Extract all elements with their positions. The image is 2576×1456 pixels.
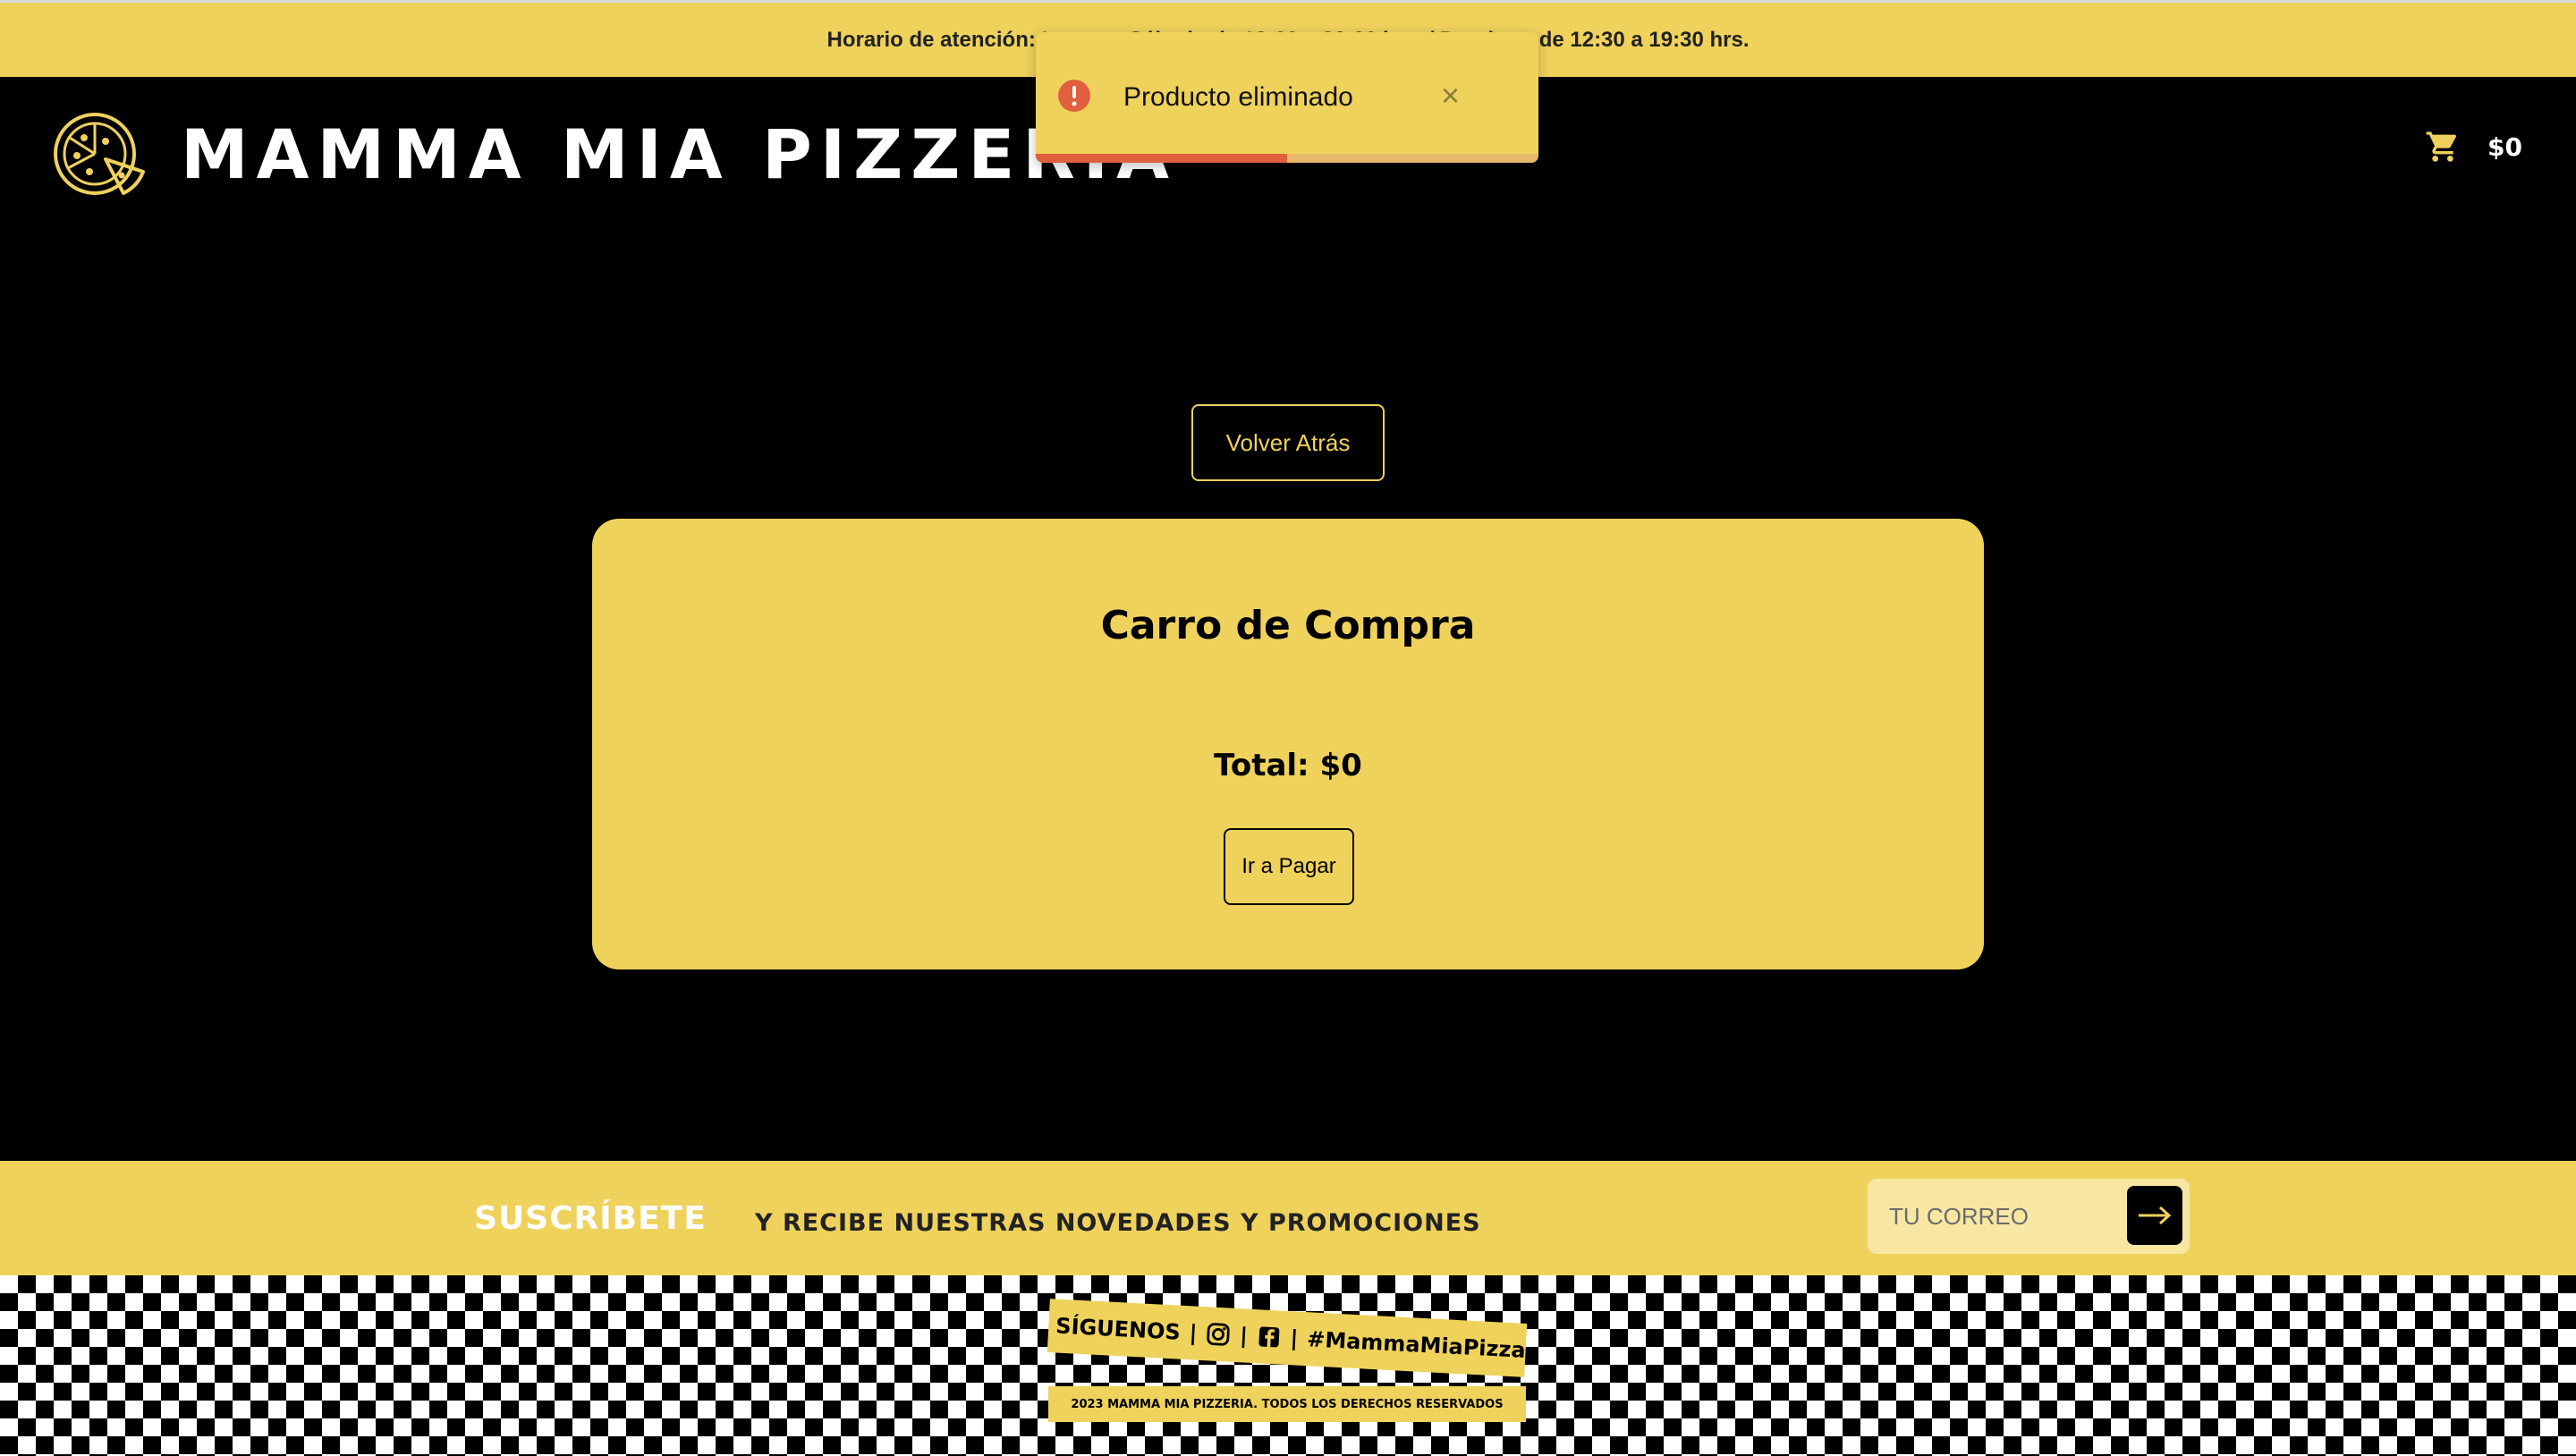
brand-title: MAMMA MIA PIZZERIA (181, 114, 1177, 194)
separator: | (1289, 1325, 1300, 1351)
cart-icon (2426, 131, 2457, 162)
copyright: 2023 MAMMA MIA PIZZERIA. TODOS LOS DEREC… (1048, 1386, 1526, 1422)
checkout-button[interactable]: Ir a Pagar (1224, 828, 1354, 905)
subscribe-text: Y RECIBE NUESTRAS NOVEDADES Y PROMOCIONE… (755, 1209, 1481, 1237)
toast-message: Producto eliminado (1123, 82, 1353, 112)
subscribe-submit-button[interactable] (2127, 1186, 2182, 1245)
separator: | (1239, 1323, 1249, 1349)
cart-total-label: Total: $0 (1214, 748, 1362, 783)
toast-progress-track (1036, 154, 1538, 163)
cart-title: Carro de Compra (1100, 603, 1476, 648)
error-icon (1058, 80, 1090, 112)
toast-close-button[interactable]: × (1441, 77, 1460, 114)
toast-notification: Producto eliminado × (1036, 32, 1538, 163)
toast-progress-bar (1036, 154, 1287, 163)
email-input[interactable] (1889, 1195, 2113, 1238)
cart-total: $0 (2487, 131, 2522, 162)
follow-label: SÍGUENOS (1055, 1313, 1182, 1345)
hashtag[interactable]: #MammaMiaPizza (1307, 1326, 1527, 1363)
subscribe-banner: SUSCRÍBETE Y RECIBE NUESTRAS NOVEDADES Y… (0, 1161, 2576, 1275)
subscribe-title: SUSCRÍBETE (474, 1200, 707, 1237)
separator: | (1188, 1320, 1199, 1346)
brand[interactable]: MAMMA MIA PIZZERIA (50, 109, 1177, 199)
checkered-footer (0, 1275, 2576, 1456)
cart-button[interactable]: $0 (2423, 129, 2522, 165)
cart-card: Carro de Compra Total: $0 Ir a Pagar (592, 519, 1984, 969)
instagram-icon[interactable] (1206, 1320, 1232, 1348)
back-button[interactable]: Volver Atrás (1191, 404, 1385, 481)
pizza-icon (54, 113, 145, 195)
newsletter-form (1868, 1179, 2190, 1254)
arrow-right-icon (2139, 1206, 2172, 1225)
facebook-icon[interactable] (1256, 1323, 1282, 1350)
